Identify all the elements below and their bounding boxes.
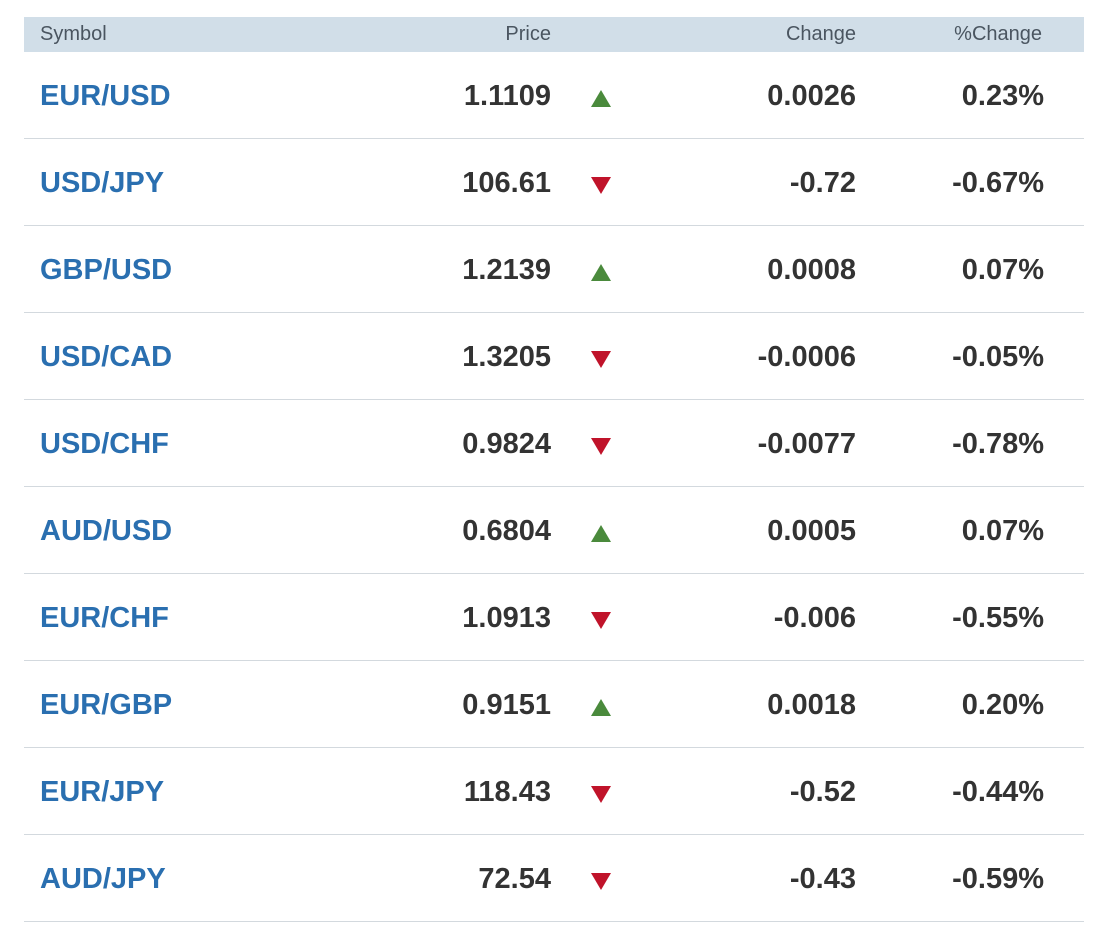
pct-change-value: -0.44% — [952, 775, 1044, 808]
pct-change-value: 0.07% — [961, 253, 1044, 286]
change-value: 0.0005 — [767, 514, 856, 547]
symbol-link[interactable]: USD/CHF — [24, 428, 410, 461]
price-value: 1.2139 — [462, 253, 551, 286]
price-value: 118.43 — [463, 775, 551, 808]
symbol-link[interactable]: EUR/USD — [24, 80, 410, 113]
change-value: -0.72 — [789, 166, 856, 199]
price-value: 1.1109 — [463, 79, 551, 112]
symbol-link[interactable]: GBP/USD — [24, 254, 410, 287]
change-value: 0.0008 — [767, 253, 856, 286]
table-row: GBP/USD 1.2139 0.0008 0.07% — [24, 226, 1084, 313]
price-value: 106.61 — [462, 166, 551, 199]
column-header-pct-change[interactable]: %Change — [856, 23, 1064, 46]
column-header-change[interactable]: Change — [651, 23, 856, 46]
table-row: USD/JPY 106.61 -0.72 -0.67% — [24, 139, 1084, 226]
symbol-link[interactable]: USD/CAD — [24, 341, 410, 374]
price-value: 0.9824 — [462, 427, 551, 460]
table-row: EUR/JPY 118.43 -0.52 -0.44% — [24, 748, 1084, 835]
table-row: EUR/CHF 1.0913 -0.006 -0.55% — [24, 574, 1084, 661]
table-row: AUD/JPY 72.54 -0.43 -0.59% — [24, 835, 1084, 922]
table-row: EUR/USD 1.1109 0.0026 0.23% — [24, 52, 1084, 139]
price-value: 0.9151 — [462, 688, 551, 721]
table-row: AUD/USD 0.6804 0.0005 0.07% — [24, 487, 1084, 574]
price-value: 1.0913 — [462, 601, 551, 634]
triangle-down-icon — [591, 437, 611, 455]
table-row: USD/CHF 0.9824 -0.0077 -0.78% — [24, 400, 1084, 487]
pct-change-value: -0.59% — [952, 862, 1044, 895]
symbol-link[interactable]: USD/JPY — [24, 167, 410, 200]
pct-change-value: 0.07% — [961, 514, 1044, 547]
symbol-link[interactable]: EUR/CHF — [24, 602, 410, 635]
symbol-link[interactable]: AUD/USD — [24, 515, 410, 548]
change-value: -0.0077 — [757, 427, 856, 460]
symbol-link[interactable]: AUD/JPY — [24, 863, 410, 896]
table-row: EUR/GBP 0.9151 0.0018 0.20% — [24, 661, 1084, 748]
pct-change-value: -0.05% — [952, 340, 1044, 373]
table-header: Symbol Price Change %Change — [24, 17, 1084, 52]
price-value: 0.6804 — [462, 514, 551, 547]
change-value: 0.0018 — [767, 688, 856, 721]
symbol-link[interactable]: EUR/JPY — [24, 776, 410, 809]
pct-change-value: -0.55% — [952, 601, 1044, 634]
change-value: 0.0026 — [767, 79, 856, 112]
triangle-up-icon — [591, 263, 611, 281]
triangle-down-icon — [591, 176, 611, 194]
column-header-symbol[interactable]: Symbol — [24, 23, 410, 46]
triangle-down-icon — [591, 872, 611, 890]
triangle-down-icon — [591, 785, 611, 803]
change-value: -0.006 — [773, 601, 856, 634]
price-value: 72.54 — [478, 862, 551, 895]
pct-change-value: -0.67% — [952, 166, 1044, 199]
pct-change-value: 0.23% — [961, 79, 1044, 112]
triangle-up-icon — [591, 698, 611, 716]
triangle-down-icon — [591, 611, 611, 629]
triangle-up-icon — [591, 524, 611, 542]
change-value: -0.43 — [789, 862, 856, 895]
pct-change-value: -0.78% — [952, 427, 1044, 460]
currency-table: Symbol Price Change %Change EUR/USD 1.11… — [24, 17, 1084, 922]
column-header-price[interactable]: Price — [410, 23, 551, 46]
triangle-up-icon — [591, 89, 611, 107]
symbol-link[interactable]: EUR/GBP — [24, 689, 410, 722]
price-value: 1.3205 — [462, 340, 551, 373]
change-value: -0.0006 — [757, 340, 856, 373]
change-value: -0.52 — [789, 775, 856, 808]
pct-change-value: 0.20% — [961, 688, 1044, 721]
table-row: USD/CAD 1.3205 -0.0006 -0.05% — [24, 313, 1084, 400]
triangle-down-icon — [591, 350, 611, 368]
